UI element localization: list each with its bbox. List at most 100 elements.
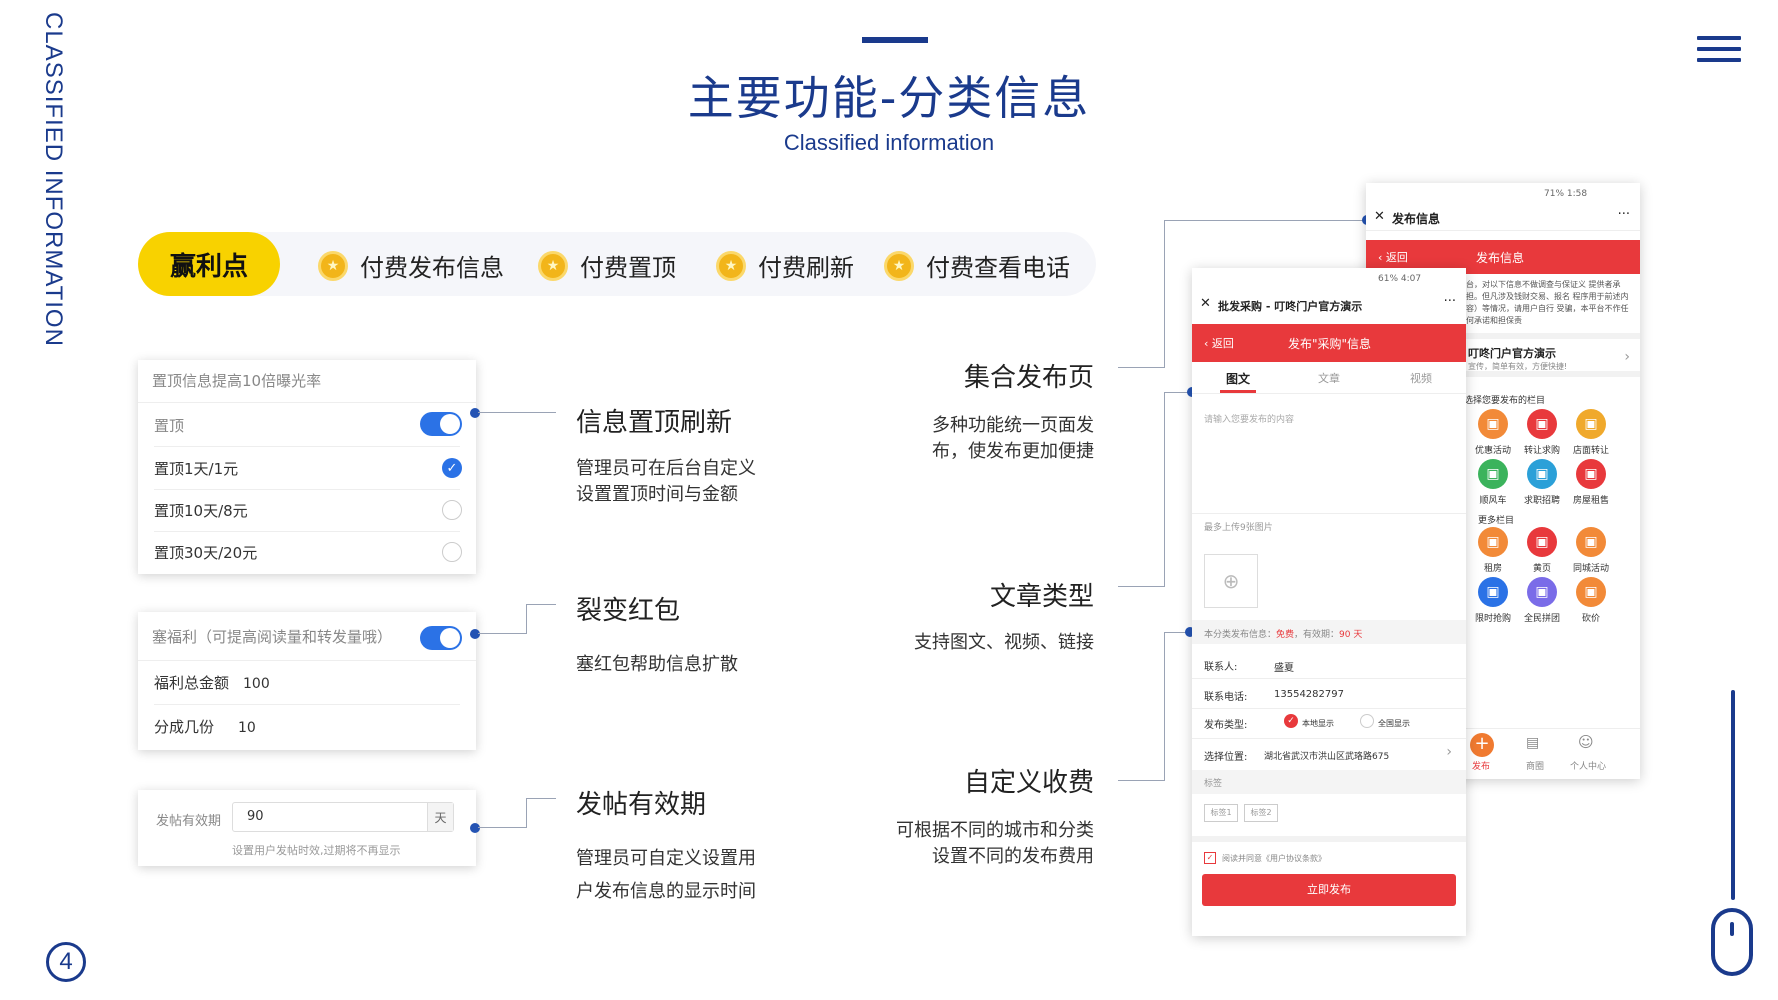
radio-icon[interactable] (1360, 714, 1374, 728)
promo-row[interactable]: 叮咚门户官方演示 宣传，简单有效，方便快捷! › (1464, 333, 1640, 377)
type-option[interactable]: 本地显示 (1302, 718, 1334, 729)
shop-icon[interactable]: ▤ (1526, 735, 1539, 751)
valid-input[interactable]: 90 天 (232, 802, 454, 832)
feature-title: 自定义收费 (963, 768, 1094, 798)
tab-bar: + 发布 ▤ 商圈 ☺ 个人中心 (1456, 728, 1640, 779)
back-button[interactable]: ‹ 返回 (1378, 249, 1408, 265)
category-icon[interactable]: ▣ (1527, 459, 1557, 489)
profit-badge: 赢利点 (138, 232, 280, 296)
category-icon[interactable]: ▣ (1478, 527, 1508, 557)
tab-graphic[interactable]: 图文 (1226, 370, 1250, 387)
phone-title: 批发采购 - 叮咚门户官方演示 (1218, 300, 1363, 313)
page-number: 4 (46, 942, 86, 982)
tag-chip[interactable]: 标签1 (1204, 804, 1238, 822)
close-icon[interactable]: ✕ (1200, 296, 1211, 311)
feature-desc: 可根据不同的城市和分类 设置不同的发布费用 (896, 820, 1094, 867)
category-label[interactable]: 租房 (1468, 561, 1518, 574)
tab-profile[interactable]: 个人中心 (1570, 759, 1606, 772)
back-button[interactable]: ‹ 返回 (1204, 335, 1234, 351)
chevron-right-icon: › (1624, 349, 1630, 365)
tab-article[interactable]: 文章 (1318, 370, 1340, 386)
redpacket-card: 塞福利（可提高阅读量和转发量哦） 福利总金额 100 分成几份 10 (138, 612, 476, 750)
valid-label: 发帖有效期 (156, 814, 222, 829)
contact-field[interactable]: 盛夏 (1274, 659, 1294, 674)
phone-field[interactable]: 13554282797 (1274, 689, 1344, 700)
feature-desc: 管理员可自定义设置用 户发布信息的显示时间 (576, 848, 756, 902)
submit-button[interactable]: 立即发布 (1202, 874, 1456, 906)
category-label[interactable]: 店面转让 (1566, 443, 1616, 456)
type-option[interactable]: 全国显示 (1378, 718, 1410, 729)
category-label[interactable]: 房屋租售 (1566, 493, 1616, 506)
category-label[interactable]: 转让求购 (1517, 443, 1567, 456)
pin-option[interactable]: 置顶30天/20元 (154, 542, 257, 563)
feature-title: 信息置顶刷新 (576, 408, 733, 438)
agree-text[interactable]: 阅读并同意《用户协议条款》 (1222, 853, 1326, 864)
valid-period-card: 发帖有效期 90 天 设置用户发帖时效,过期将不再显示 (138, 790, 476, 866)
feature-desc: 支持图文、视频、链接 (914, 632, 1094, 653)
category-label[interactable]: 求职招聘 (1517, 493, 1567, 506)
radio-icon[interactable] (442, 500, 462, 520)
profit-item: ★ 付费发布信息 (318, 248, 504, 283)
profit-item: ★ 付费查看电话 (884, 248, 1070, 283)
location-field[interactable]: 湖北省武汉市洪山区武珞路675 (1264, 749, 1414, 762)
phone-title: 发布信息 (1392, 212, 1441, 226)
tab-shops[interactable]: 商圈 (1526, 759, 1544, 772)
chevron-right-icon[interactable]: › (1446, 744, 1452, 760)
mouse-icon (1711, 908, 1753, 976)
pin-toggle[interactable] (420, 412, 462, 436)
feature-desc: 塞红包帮助信息扩散 (576, 654, 738, 675)
total-label: 福利总金额 100 (154, 674, 270, 692)
radio-icon[interactable] (442, 542, 462, 562)
fee-info: 本分类发布信息：免费，有效期：90 天 (1192, 620, 1466, 644)
phone-header: ‹ 返回 发布"采购"信息 (1192, 324, 1466, 362)
agree-checkbox[interactable]: ✓ (1204, 852, 1216, 864)
category-label[interactable]: 顺风车 (1468, 493, 1518, 506)
card-title: 置顶信息提高10倍曝光率 (152, 372, 322, 390)
category-label[interactable]: 同城活动 (1566, 561, 1616, 574)
category-icon[interactable]: ▣ (1527, 527, 1557, 557)
category-icon[interactable]: ▣ (1527, 577, 1557, 607)
category-label[interactable]: 砍价 (1566, 611, 1616, 624)
pin-option[interactable]: 置顶10天/8元 (154, 500, 248, 521)
page-subtitle: Classified information (783, 130, 995, 155)
content-textarea[interactable]: 请输入您要发布的内容 (1204, 412, 1294, 425)
add-image-button[interactable]: ⊕ (1204, 554, 1258, 608)
page-title: 主要功能-分类信息 (687, 71, 1091, 125)
category-icon[interactable]: ▣ (1478, 409, 1508, 439)
menu-icon[interactable] (1697, 36, 1741, 66)
tab-video[interactable]: 视频 (1410, 370, 1432, 386)
category-icon[interactable]: ▣ (1478, 577, 1508, 607)
feature-title: 集合发布页 (963, 363, 1094, 393)
title-accent-bar (862, 37, 928, 43)
category-icon[interactable]: ▣ (1527, 409, 1557, 439)
pin-option[interactable]: 置顶1天/1元 (154, 458, 238, 479)
check-icon[interactable]: ✓ (1284, 714, 1298, 728)
category-icon[interactable]: ▣ (1576, 459, 1606, 489)
category-label[interactable]: 优惠活动 (1468, 443, 1518, 456)
phone-purchase-form: 61% 4:07 ✕ 批发采购 - 叮咚门户官方演示 ··· ‹ 返回 发布"采… (1192, 268, 1466, 936)
tab-publish[interactable]: 发布 (1472, 759, 1490, 772)
notice-text: 台，对以下信息不做调查与保证义 提供者承担。但凡涉及钱财交易、报名 程序用于前述… (1466, 280, 1629, 325)
category-label[interactable]: 全民拼团 (1517, 611, 1567, 624)
category-label[interactable]: 黄页 (1517, 561, 1567, 574)
plus-icon[interactable]: + (1470, 733, 1494, 757)
category-label[interactable]: 限时抢购 (1468, 611, 1518, 624)
check-icon[interactable]: ✓ (442, 458, 462, 478)
more-icon[interactable]: ··· (1618, 207, 1630, 222)
close-icon[interactable]: ✕ (1374, 209, 1385, 224)
feature-title: 裂变红包 (576, 596, 681, 626)
feature-desc: 管理员可在后台自定义 设置置顶时间与金额 (576, 458, 756, 505)
redpacket-toggle[interactable] (420, 626, 462, 650)
category-icon[interactable]: ▣ (1478, 459, 1508, 489)
feature-title: 发帖有效期 (576, 790, 707, 820)
top-settings-card: 置顶信息提高10倍曝光率 置顶 置顶1天/1元 ✓ 置顶10天/8元 置顶30天… (138, 360, 476, 574)
tag-chip[interactable]: 标签2 (1244, 804, 1278, 822)
user-icon[interactable]: ☺ (1578, 733, 1594, 751)
more-icon[interactable]: ··· (1444, 294, 1456, 309)
parts-label: 分成几份 10 (154, 718, 256, 736)
coin-icon: ★ (318, 250, 348, 281)
category-icon[interactable]: ▣ (1576, 577, 1606, 607)
category-icon[interactable]: ▣ (1576, 409, 1606, 439)
category-icon[interactable]: ▣ (1576, 527, 1606, 557)
type-label: 发布类型: (1204, 720, 1248, 731)
